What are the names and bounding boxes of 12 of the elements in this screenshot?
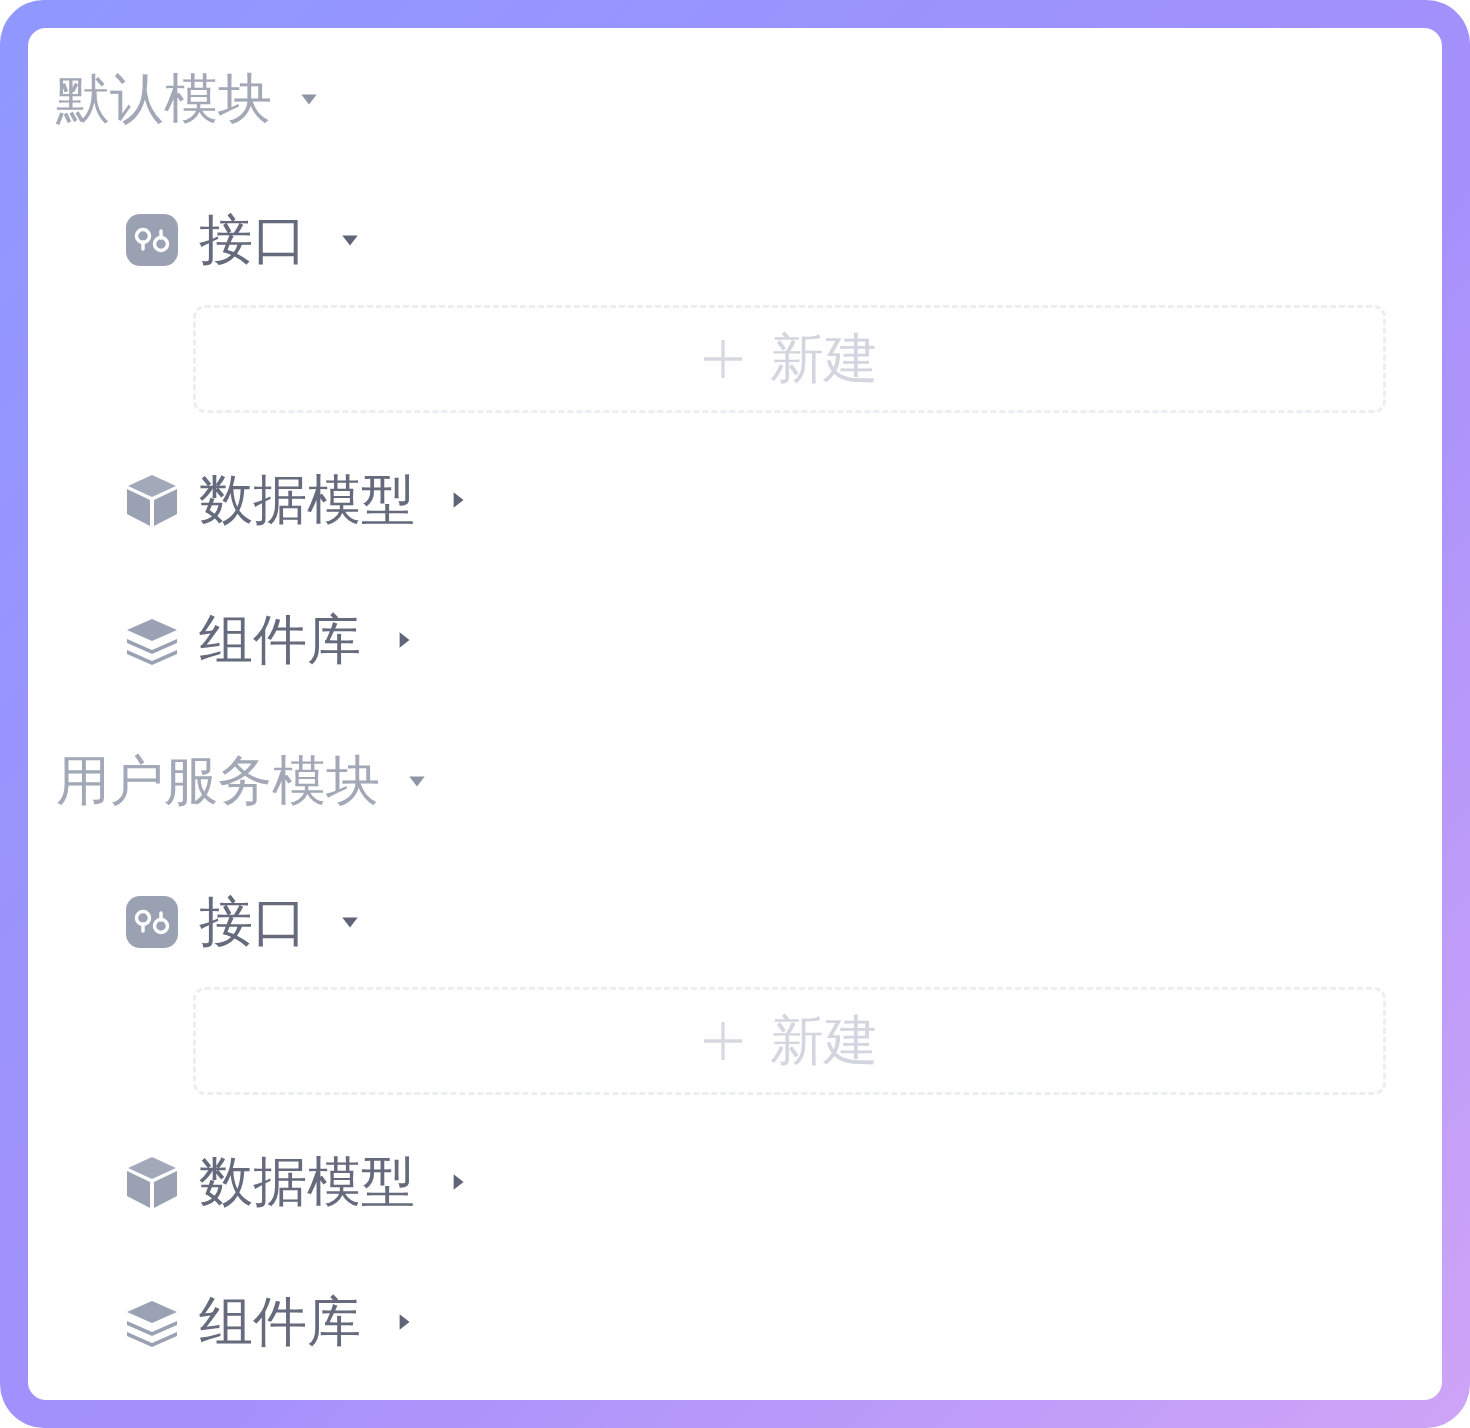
cube-icon — [125, 1155, 179, 1209]
api-icon — [125, 213, 179, 267]
tree-item-label[interactable]: 数据模型 — [199, 470, 415, 530]
tree-item-label[interactable]: 接口 — [199, 210, 307, 270]
api-icon — [125, 895, 179, 949]
plus-icon — [701, 1020, 744, 1062]
tree-item-label[interactable]: 数据模型 — [199, 1152, 415, 1212]
tree-item-label[interactable]: 接口 — [199, 892, 307, 952]
cube-icon — [125, 473, 179, 527]
plus-icon — [701, 338, 744, 380]
tree-item-label[interactable]: 组件库 — [199, 1292, 361, 1352]
tree-item-label[interactable]: 组件库 — [199, 610, 361, 670]
